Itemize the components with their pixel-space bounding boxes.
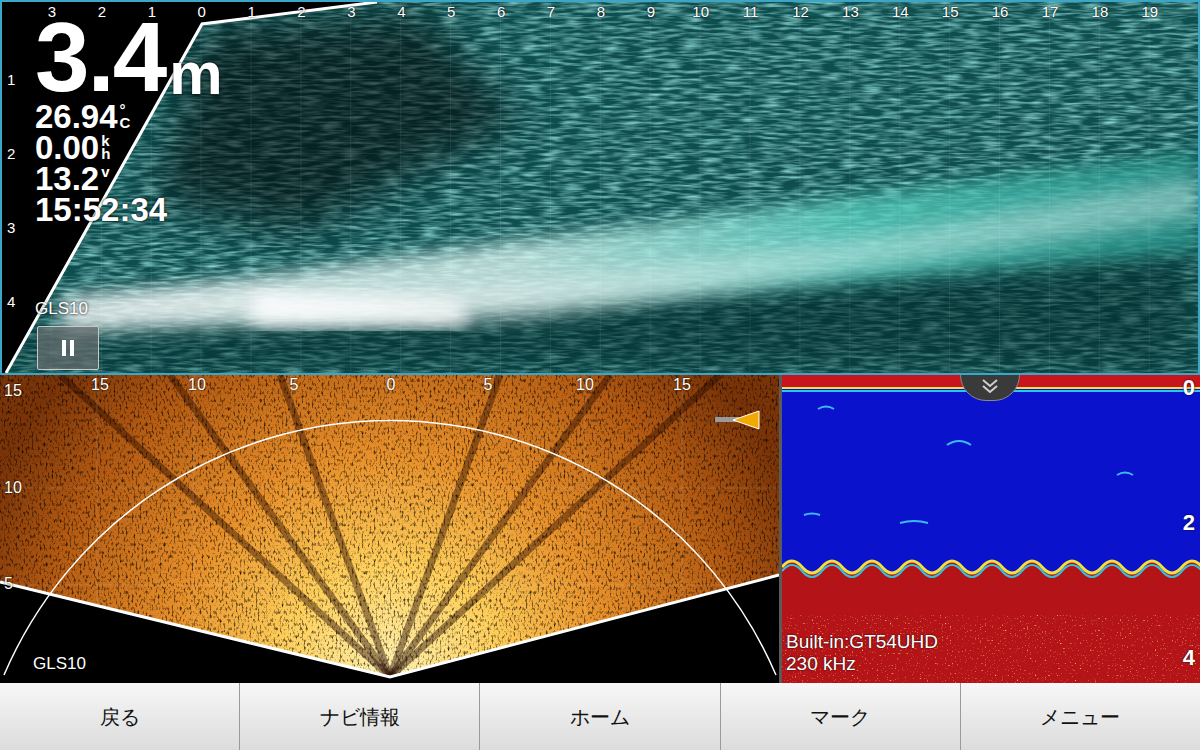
softkey-button[interactable]: メニュー bbox=[961, 683, 1200, 750]
softkey-bar: 戻るナビ情報ホームマークメニュー bbox=[0, 683, 1200, 750]
readout-value: 26.94 bbox=[35, 101, 118, 132]
range-label: 5 bbox=[279, 377, 309, 393]
frequency-label: 230 kHz bbox=[786, 653, 938, 675]
depth-unit: m bbox=[169, 48, 222, 99]
range-label: 9 bbox=[636, 4, 666, 19]
transducer-direction-icon bbox=[713, 410, 761, 430]
range-label: 0 bbox=[187, 4, 217, 19]
range-label: 8 bbox=[586, 4, 616, 19]
readout-list: 26.94°C0.00kh13.2v bbox=[35, 101, 223, 194]
range-label: 10 bbox=[570, 377, 600, 393]
double-chevron-icon bbox=[981, 378, 999, 394]
readout-row: 26.94°C bbox=[35, 101, 223, 132]
depth-value: 3.4 bbox=[35, 16, 165, 99]
softkey-button[interactable]: 戻る bbox=[0, 683, 239, 750]
readout-row: 13.2v bbox=[35, 163, 223, 194]
range-label: 15 bbox=[85, 377, 115, 393]
range-label: 5 bbox=[436, 4, 466, 19]
softkey-button[interactable]: マーク bbox=[721, 683, 960, 750]
depth-label: 3 bbox=[7, 220, 15, 235]
transducer-label: Built-in:GT54UHD bbox=[786, 631, 938, 653]
pause-button[interactable] bbox=[37, 326, 99, 370]
range-label: 7 bbox=[536, 4, 566, 19]
depth-readout: 3.4 m bbox=[35, 16, 223, 99]
range-label: 16 bbox=[985, 4, 1015, 19]
source-label: GLS10 bbox=[35, 300, 88, 317]
range-label: 3 bbox=[336, 4, 366, 19]
readout-unit: °C bbox=[120, 103, 128, 129]
softkey-button[interactable]: ナビ情報 bbox=[240, 683, 479, 750]
pause-icon bbox=[60, 339, 76, 357]
screen: 321012345678910111213141516171819 1234 3… bbox=[0, 0, 1200, 750]
range-label: 4 bbox=[386, 4, 416, 19]
range-label: 0 bbox=[376, 377, 406, 393]
range-label: 11 bbox=[736, 4, 766, 19]
depth-label: 2 bbox=[7, 146, 15, 161]
source-label: GLS10 bbox=[33, 655, 86, 672]
range-label: 15 bbox=[935, 4, 965, 19]
range-label: 10 bbox=[686, 4, 716, 19]
readout-unit: kh bbox=[101, 134, 109, 160]
range-label: 19 bbox=[1135, 4, 1165, 19]
depth-label: 15 bbox=[4, 383, 22, 399]
depth-label: 0 bbox=[1183, 377, 1195, 399]
sounder-info: Built-in:GT54UHD 230 kHz bbox=[786, 631, 938, 675]
softkey-button[interactable]: ホーム bbox=[480, 683, 719, 750]
readout-value: 13.2 bbox=[35, 163, 99, 194]
depth-label: 2 bbox=[1183, 512, 1195, 534]
range-label: 18 bbox=[1085, 4, 1115, 19]
depth-label: 4 bbox=[7, 294, 15, 309]
forward-sonar-panel[interactable]: 15 10 5 0 5 10 15 15 10 5 GLS10 bbox=[0, 375, 779, 683]
clock: 15:52:34 bbox=[35, 194, 223, 225]
readout-value: 0.00 bbox=[35, 132, 99, 163]
range-label: 1 bbox=[237, 4, 267, 19]
forward-sonar-image bbox=[0, 375, 779, 683]
range-label: 14 bbox=[885, 4, 915, 19]
range-label: 2 bbox=[287, 4, 317, 19]
depth-label: 1 bbox=[7, 72, 15, 87]
depth-scale: 15 10 5 bbox=[0, 375, 779, 683]
range-label: 13 bbox=[835, 4, 865, 19]
livescope-panel[interactable]: 321012345678910111213141516171819 1234 3… bbox=[0, 0, 1200, 375]
depth-label: 5 bbox=[4, 576, 13, 592]
range-label: 5 bbox=[473, 377, 503, 393]
range-label: 17 bbox=[1035, 4, 1065, 19]
readout-unit: v bbox=[101, 165, 109, 178]
readout-row: 0.00kh bbox=[35, 132, 223, 163]
range-label: 12 bbox=[786, 4, 816, 19]
range-label: 10 bbox=[182, 377, 212, 393]
range-label: 15 bbox=[667, 377, 697, 393]
sounder-panel[interactable]: 0 2 4 Built-in:GT54UHD 230 kHz bbox=[782, 375, 1200, 683]
range-label: 6 bbox=[486, 4, 516, 19]
depth-label: 4 bbox=[1183, 647, 1195, 669]
range-scale: 15 10 5 0 5 10 15 bbox=[0, 375, 779, 683]
depth-label: 10 bbox=[4, 480, 22, 496]
readouts: 3.4 m 26.94°C0.00kh13.2v 15:52:34 bbox=[35, 16, 223, 225]
